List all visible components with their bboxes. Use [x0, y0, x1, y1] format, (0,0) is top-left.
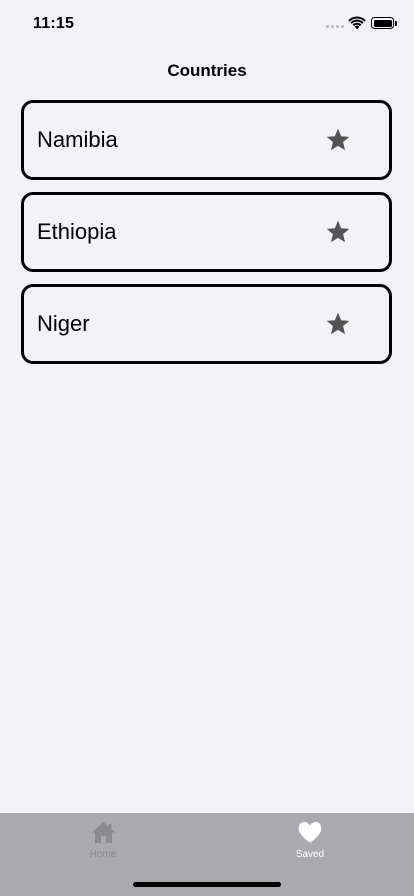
country-row-ethiopia[interactable]: Ethiopia: [21, 192, 392, 272]
status-time: 11:15: [33, 15, 75, 32]
tab-home-label: Home: [89, 849, 117, 860]
country-row-namibia[interactable]: Namibia: [21, 100, 392, 180]
star-icon[interactable]: [325, 127, 351, 153]
star-icon[interactable]: [325, 219, 351, 245]
country-name: Ethiopia: [37, 219, 117, 244]
country-row-niger[interactable]: Niger: [21, 284, 392, 364]
country-list: Namibia Ethiopia Niger: [21, 100, 392, 376]
country-name: Niger: [37, 311, 90, 336]
tab-home[interactable]: Home: [43, 813, 163, 863]
star-icon[interactable]: [325, 311, 351, 337]
tab-saved-label: Saved: [295, 849, 325, 860]
house-icon: [92, 822, 115, 843]
tab-saved[interactable]: Saved: [250, 813, 370, 863]
status-bar: 11:15: [0, 0, 414, 48]
country-name: Namibia: [37, 127, 118, 152]
wifi-icon: [348, 16, 366, 30]
cellular-signal-icon: [326, 25, 344, 28]
page-title: Countries: [167, 61, 247, 80]
battery-icon: [371, 17, 394, 29]
battery-cap: [395, 21, 397, 26]
heart-icon: [298, 822, 322, 843]
home-indicator[interactable]: [133, 882, 281, 887]
